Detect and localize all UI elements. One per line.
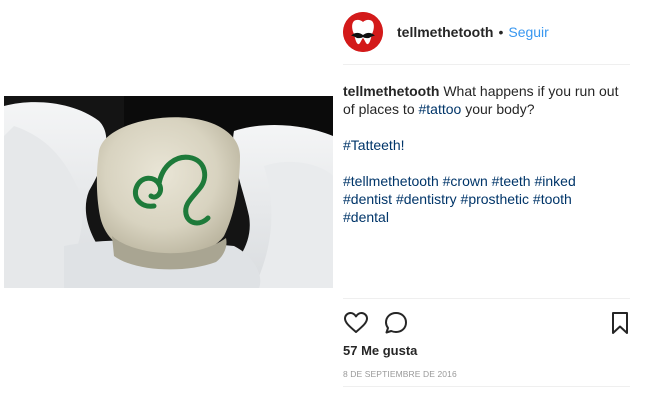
post-panel: tellmethetooth • Seguir tellmethetooth W… bbox=[333, 0, 660, 400]
hashtag-link[interactable]: #teeth bbox=[492, 173, 531, 189]
hashtag-link[interactable]: #crown bbox=[443, 173, 488, 189]
hashtag-link[interactable]: #tooth bbox=[533, 191, 572, 207]
action-bar bbox=[343, 310, 631, 336]
hashtag-link[interactable]: #Tatteeth! bbox=[343, 137, 405, 153]
hashtag-link[interactable]: #dentistry bbox=[396, 191, 457, 207]
separator-dot: • bbox=[498, 24, 504, 40]
footer-divider bbox=[343, 386, 630, 387]
hashtag-link[interactable]: #inked bbox=[534, 173, 575, 189]
caption-tatteeth: #Tatteeth! bbox=[343, 136, 625, 154]
actions-divider bbox=[343, 298, 630, 299]
post-media bbox=[0, 0, 333, 400]
heart-icon[interactable] bbox=[343, 310, 369, 336]
caption-text-end: your body? bbox=[461, 101, 535, 117]
hashtag-link[interactable]: #dental bbox=[343, 209, 389, 225]
caption-main: tellmethetooth What happens if you run o… bbox=[343, 82, 625, 118]
follow-button[interactable]: Seguir bbox=[508, 24, 548, 40]
post-header: tellmethetooth • Seguir bbox=[343, 12, 549, 52]
hashtag-link[interactable]: #tellmethetooth bbox=[343, 173, 439, 189]
likes-count[interactable]: 57 Me gusta bbox=[343, 343, 417, 358]
comment-icon[interactable] bbox=[383, 310, 409, 336]
post-photo[interactable] bbox=[4, 96, 333, 288]
tooth-mustache-logo-icon bbox=[343, 12, 383, 52]
header-divider bbox=[343, 64, 630, 65]
caption: tellmethetooth What happens if you run o… bbox=[343, 82, 625, 244]
username-link[interactable]: tellmethetooth bbox=[397, 24, 493, 40]
hashtag-link[interactable]: #tattoo bbox=[419, 101, 462, 117]
post-date[interactable]: 8 DE SEPTIEMBRE DE 2016 bbox=[343, 369, 457, 379]
tooth-tattoo-photo bbox=[4, 96, 333, 288]
hashtag-link[interactable]: #dentist bbox=[343, 191, 392, 207]
avatar[interactable] bbox=[343, 12, 383, 52]
caption-username-link[interactable]: tellmethetooth bbox=[343, 83, 439, 99]
hashtag-link[interactable]: #prosthetic bbox=[461, 191, 529, 207]
caption-hashtags: #tellmethetooth #crown #teeth #inked #de… bbox=[343, 172, 625, 226]
bookmark-icon[interactable] bbox=[607, 310, 633, 336]
